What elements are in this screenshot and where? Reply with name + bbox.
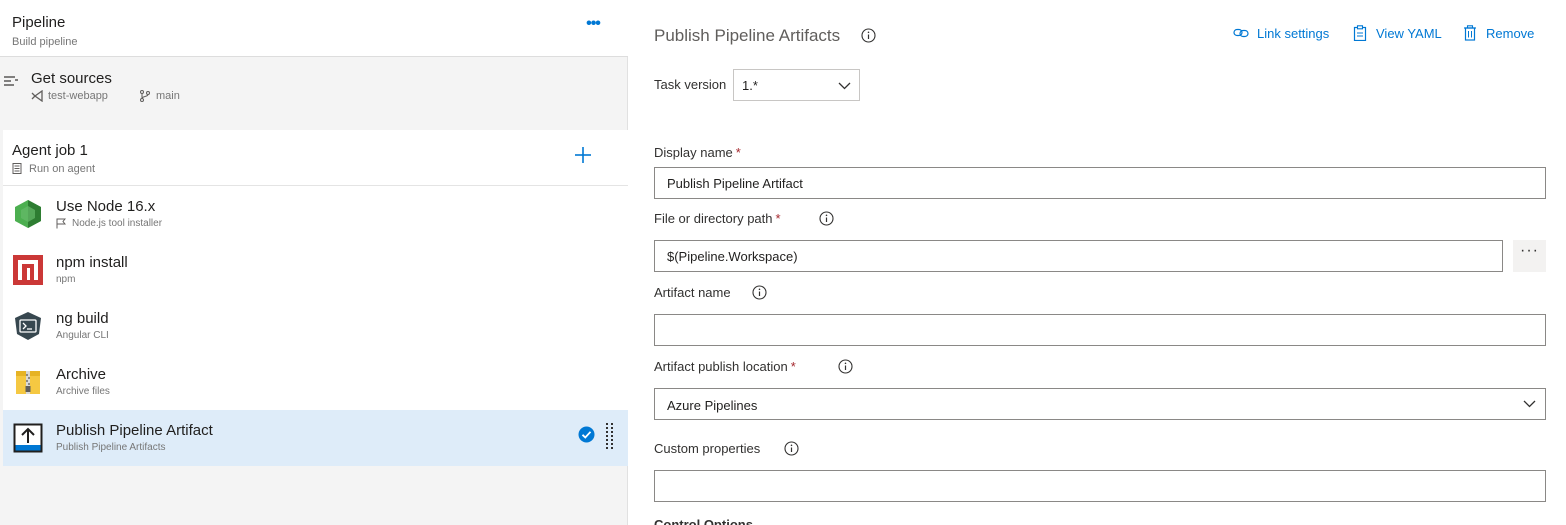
branch-icon bbox=[140, 90, 150, 102]
task-version-label: Task version bbox=[654, 77, 727, 92]
publish-location-label: Artifact publish location * bbox=[654, 359, 796, 374]
flag-icon bbox=[56, 218, 66, 229]
trash-icon bbox=[1464, 25, 1476, 41]
view-yaml-label: View YAML bbox=[1376, 26, 1442, 41]
archive-icon bbox=[16, 371, 40, 394]
path-input[interactable] bbox=[654, 240, 1503, 272]
publish-location-value: Azure Pipelines bbox=[667, 398, 758, 413]
path-label-text: File or directory path bbox=[654, 211, 773, 226]
agent-job-title: Agent job 1 bbox=[12, 142, 88, 159]
browse-button[interactable]: ··· bbox=[1513, 240, 1546, 272]
path-label: File or directory path * bbox=[654, 211, 781, 226]
task-subtitle: Publish Pipeline Artifacts bbox=[56, 442, 166, 453]
info-icon[interactable] bbox=[861, 28, 876, 43]
control-options-heading[interactable]: Control Options bbox=[654, 517, 753, 525]
task-subtitle: npm bbox=[56, 274, 76, 285]
info-icon[interactable] bbox=[784, 441, 799, 456]
publish-location-select[interactable]: Azure Pipelines bbox=[654, 388, 1546, 420]
artifact-name-input[interactable] bbox=[654, 314, 1546, 346]
view-yaml-button[interactable]: View YAML bbox=[1352, 24, 1447, 44]
display-name-label: Display name * bbox=[654, 145, 741, 160]
panel-title: Publish Pipeline Artifacts bbox=[654, 26, 841, 45]
agent-job-header[interactable] bbox=[3, 130, 628, 186]
remove-button[interactable]: Remove bbox=[1462, 24, 1542, 44]
pipeline-subtitle: Build pipeline bbox=[12, 36, 78, 48]
task-subtitle: Angular CLI bbox=[56, 330, 109, 341]
branch-name: main bbox=[156, 90, 180, 102]
custom-properties-label: Custom properties bbox=[654, 441, 761, 456]
chevron-down-icon bbox=[1523, 400, 1536, 408]
info-icon[interactable] bbox=[819, 211, 834, 226]
task-version-value: 1.* bbox=[742, 78, 758, 93]
enabled-check-icon bbox=[578, 426, 595, 443]
link-settings-label: Link settings bbox=[1257, 26, 1330, 41]
display-name-input[interactable] bbox=[654, 167, 1546, 199]
terminal-icon bbox=[15, 312, 41, 340]
required-marker: * bbox=[790, 359, 796, 374]
chevron-down-icon bbox=[838, 82, 851, 90]
link-icon bbox=[1233, 28, 1249, 38]
nodejs-icon bbox=[15, 200, 41, 228]
get-sources-icon bbox=[4, 76, 18, 86]
publish-location-label-text: Artifact publish location bbox=[654, 359, 788, 374]
publish-artifact-icon bbox=[13, 423, 43, 453]
task-item-selected[interactable]: Publish Pipeline Artifact Publish Pipeli… bbox=[3, 410, 628, 466]
drag-handle-icon[interactable] bbox=[605, 422, 615, 452]
pipeline-header[interactable]: Pipeline Build pipeline ••• bbox=[0, 0, 628, 57]
npm-icon bbox=[13, 255, 43, 285]
artifact-name-label: Artifact name bbox=[654, 285, 731, 300]
task-title: ng build bbox=[56, 310, 109, 327]
repo-name: test-webapp bbox=[48, 90, 108, 102]
remove-label: Remove bbox=[1486, 26, 1535, 41]
clipboard-icon bbox=[1353, 25, 1367, 41]
more-options-icon[interactable]: ••• bbox=[580, 14, 606, 40]
required-marker: * bbox=[735, 145, 741, 160]
pipeline-title: Pipeline bbox=[12, 14, 66, 31]
task-subtitle: Node.js tool installer bbox=[72, 218, 163, 229]
task-title: npm install bbox=[56, 254, 128, 271]
server-icon bbox=[12, 163, 22, 174]
link-settings-button[interactable]: Link settings bbox=[1233, 24, 1337, 44]
task-item[interactable]: Use Node 16.x Node.js tool installer bbox=[3, 186, 628, 242]
task-item[interactable]: ng build Angular CLI bbox=[3, 298, 628, 354]
info-icon[interactable] bbox=[838, 359, 853, 374]
task-title: Archive bbox=[56, 366, 107, 383]
task-version-select[interactable]: 1.* bbox=[733, 69, 860, 101]
display-name-label-text: Display name bbox=[654, 145, 733, 160]
add-task-icon[interactable] bbox=[572, 144, 594, 166]
task-item[interactable]: Archive Archive files bbox=[3, 354, 628, 410]
get-sources-title: Get sources bbox=[31, 70, 112, 87]
task-title: Use Node 16.x bbox=[56, 198, 156, 215]
repo-icon bbox=[31, 90, 43, 102]
custom-properties-input[interactable] bbox=[654, 470, 1546, 502]
info-icon[interactable] bbox=[752, 285, 767, 300]
pipeline-editor: Pipeline Build pipeline ••• Get sources … bbox=[0, 0, 1566, 525]
task-item[interactable]: npm install npm bbox=[3, 242, 628, 298]
task-title: Publish Pipeline Artifact bbox=[56, 422, 213, 439]
required-marker: * bbox=[775, 211, 781, 226]
agent-job-subtitle: Run on agent bbox=[29, 163, 96, 175]
task-subtitle: Archive files bbox=[56, 386, 110, 397]
